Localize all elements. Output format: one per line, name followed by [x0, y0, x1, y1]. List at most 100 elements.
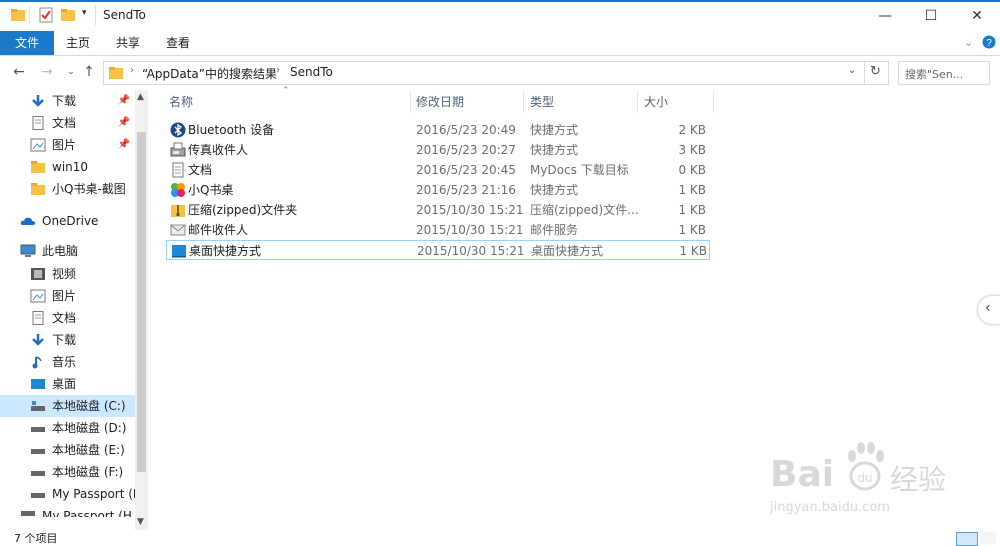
nav-item-label: 桌面	[52, 377, 77, 391]
nav-item-documents-pc[interactable]: 文档	[0, 307, 135, 329]
nav-item-pictures-pc[interactable]: 图片	[0, 285, 135, 307]
nav-item-label: 本地磁盘 (D:)	[52, 421, 127, 435]
nav-item-label: 下载	[52, 333, 77, 347]
pin-icon[interactable]: 📌	[118, 90, 130, 112]
nav-item-desktop[interactable]: 桌面	[0, 373, 135, 395]
file-date: 2016/5/23 21:16	[416, 183, 516, 197]
column-header-date[interactable]: 修改日期	[416, 91, 521, 113]
help-icon[interactable]: ?	[982, 35, 996, 49]
tab-view[interactable]: 查看	[158, 31, 198, 55]
search-input[interactable]: 搜索"Sen...	[905, 66, 963, 82]
zip-folder-icon	[171, 205, 185, 217]
scroll-up-icon[interactable]: ▲	[137, 92, 144, 102]
drive-icon	[31, 427, 45, 432]
tab-file[interactable]: 文件	[0, 31, 54, 55]
pin-icon[interactable]: 📌	[118, 112, 130, 134]
title-accent-strip	[0, 0, 1000, 2]
ribbon-collapse-icon[interactable]: ⌄	[964, 36, 973, 49]
nav-item-onedrive[interactable]: OneDrive	[20, 210, 135, 232]
file-row[interactable]: 小Q书桌 2016/5/23 21:16 快捷方式 1 KB	[166, 180, 710, 200]
quick-access-list: 下载 📌 文档 📌 图片 📌 win10 小Q书桌-截图	[30, 90, 148, 200]
forward-arrow-icon[interactable]: →	[38, 63, 56, 81]
tab-share[interactable]: 共享	[108, 31, 148, 55]
tab-home[interactable]: 主页	[58, 31, 98, 55]
nav-item-label: 文档	[52, 116, 77, 130]
nav-scrollbar-thumb[interactable]	[137, 132, 146, 472]
title-divider	[95, 5, 96, 25]
file-row[interactable]: 邮件收件人 2015/10/30 15:21 邮件服务 1 KB	[166, 220, 710, 240]
file-row[interactable]: Bluetooth 设备 2016/5/23 20:49 快捷方式 2 KB	[166, 120, 710, 140]
nav-item-videos[interactable]: 视频	[0, 263, 135, 285]
recent-locations-icon[interactable]: ⌄	[62, 63, 80, 81]
maximize-button[interactable]: ☐	[908, 2, 954, 30]
desktop-icon	[172, 245, 186, 258]
nav-item-documents[interactable]: 文档 📌	[30, 112, 148, 134]
nav-item-win10[interactable]: win10	[30, 156, 148, 178]
nav-item-label: My Passport (H	[42, 509, 132, 517]
column-divider[interactable]	[637, 91, 638, 113]
nav-item-label: 此电脑	[42, 244, 79, 258]
nav-item-music[interactable]: 音乐	[0, 351, 135, 373]
properties-icon[interactable]	[38, 7, 54, 23]
back-arrow-icon[interactable]: ←	[10, 63, 28, 81]
file-size: 0 KB	[678, 163, 706, 177]
app-icon	[171, 183, 185, 197]
mail-icon	[170, 224, 186, 236]
nav-item-this-pc[interactable]: 此电脑	[20, 240, 135, 262]
column-divider[interactable]	[523, 91, 524, 113]
nav-item-drive-c[interactable]: 本地磁盘 (C:)	[0, 395, 135, 417]
nav-item-label: 视频	[52, 267, 77, 281]
nav-item-xiaoq-screenshots[interactable]: 小Q书桌-截图	[30, 178, 148, 200]
column-header-size[interactable]: 大小	[644, 91, 712, 113]
qat-dropdown-icon[interactable]: ▾	[82, 8, 87, 18]
nav-item-downloads[interactable]: 下载 📌	[30, 90, 148, 112]
nav-item-drive-d[interactable]: 本地磁盘 (D:)	[0, 417, 135, 439]
file-size: 1 KB	[678, 223, 706, 237]
nav-item-label: My Passport (H	[52, 487, 142, 501]
column-header-type[interactable]: 类型	[530, 91, 635, 113]
up-arrow-icon[interactable]: ↑	[80, 63, 98, 81]
file-size: 1 KB	[678, 203, 706, 217]
nav-item-my-passport[interactable]: My Passport (H	[0, 483, 142, 505]
nav-item-label: 本地磁盘 (C:)	[52, 399, 126, 413]
drive-icon	[21, 511, 35, 516]
file-row-focused[interactable]: 桌面快捷方式 2015/10/30 15:21 桌面快捷方式 1 KB	[166, 240, 710, 260]
document-icon	[32, 311, 44, 325]
search-box[interactable]: 搜索"Sen...	[898, 61, 990, 85]
nav-item-label: OneDrive	[42, 214, 99, 228]
new-folder-icon[interactable]	[60, 7, 76, 23]
chevron-left-icon: ‹	[985, 300, 991, 316]
breadcrumb-separator-icon[interactable]: ›	[130, 65, 134, 76]
address-dropdown-icon[interactable]: ⌄	[848, 65, 856, 76]
scroll-down-icon[interactable]: ▼	[137, 517, 144, 527]
breadcrumb-sendto[interactable]: SendTo	[290, 65, 333, 79]
nav-item-my-passport-2[interactable]: My Passport (H	[0, 505, 135, 517]
nav-item-drive-e[interactable]: 本地磁盘 (E:)	[0, 439, 135, 461]
column-header-name[interactable]: 名称	[169, 91, 409, 113]
minimize-button[interactable]: —	[862, 2, 908, 30]
large-icons-view-button[interactable]	[980, 532, 996, 544]
file-row[interactable]: 压缩(zipped)文件夹 2015/10/30 15:21 压缩(zipped…	[166, 200, 710, 220]
file-row[interactable]: 文档 2016/5/23 20:45 MyDocs 下载目标 0 KB	[166, 160, 710, 180]
folder-icon	[31, 183, 45, 195]
download-icon	[32, 95, 44, 107]
nav-item-drive-f[interactable]: 本地磁盘 (F:)	[0, 461, 135, 483]
file-row[interactable]: 传真收件人 2016/5/23 20:27 快捷方式 3 KB	[166, 140, 710, 160]
document-icon	[32, 116, 44, 130]
address-bar[interactable]: › “AppData”中的搜索结果 › SendTo ⌄ ↻	[103, 61, 889, 85]
breadcrumb-search-results[interactable]: “AppData”中的搜索结果	[142, 65, 277, 82]
refresh-icon[interactable]: ↻	[870, 64, 881, 79]
column-divider[interactable]	[713, 91, 714, 113]
nav-item-pictures[interactable]: 图片 📌	[30, 134, 148, 156]
breadcrumb-separator-icon[interactable]: ›	[276, 65, 280, 76]
file-date: 2016/5/23 20:45	[416, 163, 516, 177]
nav-item-downloads-pc[interactable]: 下载	[0, 329, 135, 351]
pin-icon[interactable]: 📌	[118, 134, 130, 156]
baidu-watermark: Bai du 经验 jingyan.baidu.com	[770, 440, 980, 530]
close-button[interactable]: ✕	[954, 2, 1000, 30]
computer-icon	[20, 244, 36, 257]
side-panel-toggle[interactable]: ‹	[978, 296, 1000, 324]
nav-item-label: 图片	[52, 138, 77, 152]
column-divider[interactable]	[410, 91, 411, 113]
address-divider	[864, 62, 865, 84]
